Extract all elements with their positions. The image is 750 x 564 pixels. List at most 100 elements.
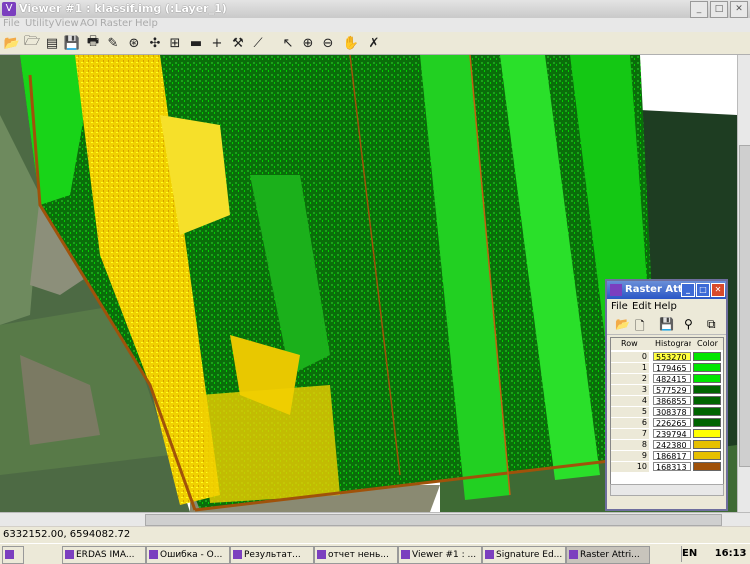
table-row[interactable]: 7 239794 (611, 429, 723, 439)
raster-menu-file[interactable]: File (611, 301, 628, 312)
histogram-cell[interactable]: 482415 (653, 374, 691, 384)
menu-raster[interactable]: Raster (100, 18, 132, 29)
raster-minimize-button[interactable]: _ (681, 283, 695, 297)
color-swatch[interactable] (693, 429, 721, 438)
taskbar-task[interactable]: Viewer #1 : ... (398, 546, 482, 564)
color-swatch[interactable] (693, 396, 721, 405)
row-number: 5 (611, 407, 649, 417)
color-swatch[interactable] (693, 451, 721, 460)
task-label: Результат... (244, 550, 301, 560)
histogram-cell[interactable]: 308378 (653, 407, 691, 417)
attribute-table-scrollbar[interactable] (610, 484, 724, 496)
open-layer-icon[interactable]: 🗁 (24, 34, 40, 51)
column-row[interactable]: Row (621, 339, 638, 348)
histogram-cell[interactable]: 553270 (653, 352, 691, 362)
table-row[interactable]: 4 386855 (611, 396, 723, 406)
save-icon[interactable]: 💾 (64, 35, 80, 51)
info-icon[interactable]: ⊛ (126, 35, 142, 51)
column-histogram[interactable]: Histogram (655, 339, 691, 348)
inquire-icon[interactable]: ✗ (366, 35, 382, 51)
table-row[interactable]: 5 308378 (611, 407, 723, 417)
maximize-button[interactable]: □ (710, 1, 728, 18)
histogram-cell[interactable]: 226265 (653, 418, 691, 428)
raster-toolbar: 📂 🗋 💾 ⚲ ⧉ (607, 314, 726, 335)
menu-utility[interactable]: Utility (25, 18, 54, 29)
vertical-scroll-thumb[interactable] (739, 145, 750, 467)
menu-file[interactable]: File (3, 18, 20, 29)
table-row[interactable]: 1 179465 (611, 363, 723, 373)
zoom-extent-icon[interactable]: ⊞ (167, 35, 183, 51)
select-arrow-icon[interactable]: ↖ (280, 35, 296, 51)
table-row[interactable]: 3 577529 (611, 385, 723, 395)
ruler-icon[interactable]: ▬ (188, 35, 204, 51)
zoom-out-icon[interactable]: ⊖ (320, 35, 336, 51)
raster-maximize-button[interactable]: □ (696, 283, 710, 297)
pan-hand-icon[interactable]: ✋ (343, 35, 359, 51)
row-number: 0 (611, 352, 649, 362)
close-icon[interactable]: ▤ (44, 35, 60, 51)
table-row[interactable]: 9 186817 (611, 451, 723, 461)
crosshair-icon[interactable]: + (209, 35, 225, 51)
taskbar-task[interactable]: Raster Attri... (566, 546, 650, 564)
table-row[interactable]: 0 553270 (611, 352, 723, 362)
raster-menu-help[interactable]: Help (654, 301, 677, 312)
raster-open-icon[interactable]: 📂 (615, 317, 630, 331)
coordinate-readout: 6332152.00, 6594082.72 (3, 529, 131, 540)
hammer-icon[interactable]: ⚒ (230, 35, 246, 51)
histogram-cell[interactable]: 179465 (653, 363, 691, 373)
color-swatch[interactable] (693, 407, 721, 416)
close-button[interactable]: ✕ (730, 1, 748, 18)
table-row[interactable]: 10 168313 (611, 462, 723, 472)
row-number: 1 (611, 363, 649, 373)
clock: 16:13 (714, 548, 747, 559)
raster-attribute-window[interactable]: Raster Attri... _ □ ✕ File Edit Help 📂 🗋… (605, 279, 728, 511)
histogram-cell[interactable]: 239794 (653, 429, 691, 439)
histogram-cell[interactable]: 186817 (653, 451, 691, 461)
horizontal-scroll-thumb[interactable] (145, 514, 722, 526)
minimize-button[interactable]: _ (690, 1, 708, 18)
zoom-in-icon[interactable]: ⊕ (300, 35, 316, 51)
menu-help[interactable]: Help (135, 18, 158, 29)
raster-copy-icon[interactable]: ⧉ (707, 317, 716, 332)
language-indicator[interactable]: EN (682, 548, 697, 559)
open-icon[interactable]: 📂 (4, 35, 20, 51)
histogram-cell[interactable]: 577529 (653, 385, 691, 395)
raster-new-icon[interactable]: 🗋 (635, 317, 645, 338)
raster-query-icon[interactable]: ⚲ (684, 317, 693, 331)
fit-icon[interactable]: ✣ (147, 35, 163, 51)
taskbar-task[interactable]: ERDAS IMA... (62, 546, 146, 564)
row-number: 3 (611, 385, 649, 395)
raster-menu-edit[interactable]: Edit (632, 301, 651, 312)
profile-icon[interactable]: ⟋ (250, 35, 266, 51)
color-swatch[interactable] (693, 363, 721, 372)
taskbar-task[interactable]: отчет нень... (314, 546, 398, 564)
raster-save-icon[interactable]: 💾 (659, 317, 674, 331)
column-color[interactable]: Color (697, 339, 718, 348)
system-tray: EN 16:13 (681, 546, 750, 562)
color-swatch[interactable] (693, 462, 721, 471)
attribute-table[interactable]: Row Histogram Color 0 553270 1 179465 2 48241… (610, 337, 724, 485)
taskbar-task[interactable]: Ошибка - О... (146, 546, 230, 564)
color-swatch[interactable] (693, 385, 721, 394)
clear-icon[interactable]: ✎ (105, 35, 121, 51)
taskbar-task[interactable]: Результат... (230, 546, 314, 564)
histogram-cell[interactable]: 168313 (653, 462, 691, 472)
color-swatch[interactable] (693, 418, 721, 427)
vertical-scrollbar[interactable] (737, 55, 750, 512)
histogram-cell[interactable]: 242380 (653, 440, 691, 450)
taskbar-task[interactable]: Signature Ed... (482, 546, 566, 564)
color-swatch[interactable] (693, 374, 721, 383)
table-row[interactable]: 6 226265 (611, 418, 723, 428)
color-swatch[interactable] (693, 440, 721, 449)
menu-view[interactable]: View (55, 18, 79, 29)
menu-aoi[interactable]: AOI (80, 18, 98, 29)
table-row[interactable]: 2 482415 (611, 374, 723, 384)
start-button[interactable] (2, 546, 24, 564)
raster-close-button[interactable]: ✕ (711, 283, 725, 297)
color-swatch[interactable] (693, 352, 721, 361)
histogram-cell[interactable]: 386855 (653, 396, 691, 406)
horizontal-scrollbar[interactable] (0, 512, 750, 526)
table-row[interactable]: 8 242380 (611, 440, 723, 450)
print-icon[interactable]: 🖶 (85, 34, 101, 51)
row-number: 7 (611, 429, 649, 439)
